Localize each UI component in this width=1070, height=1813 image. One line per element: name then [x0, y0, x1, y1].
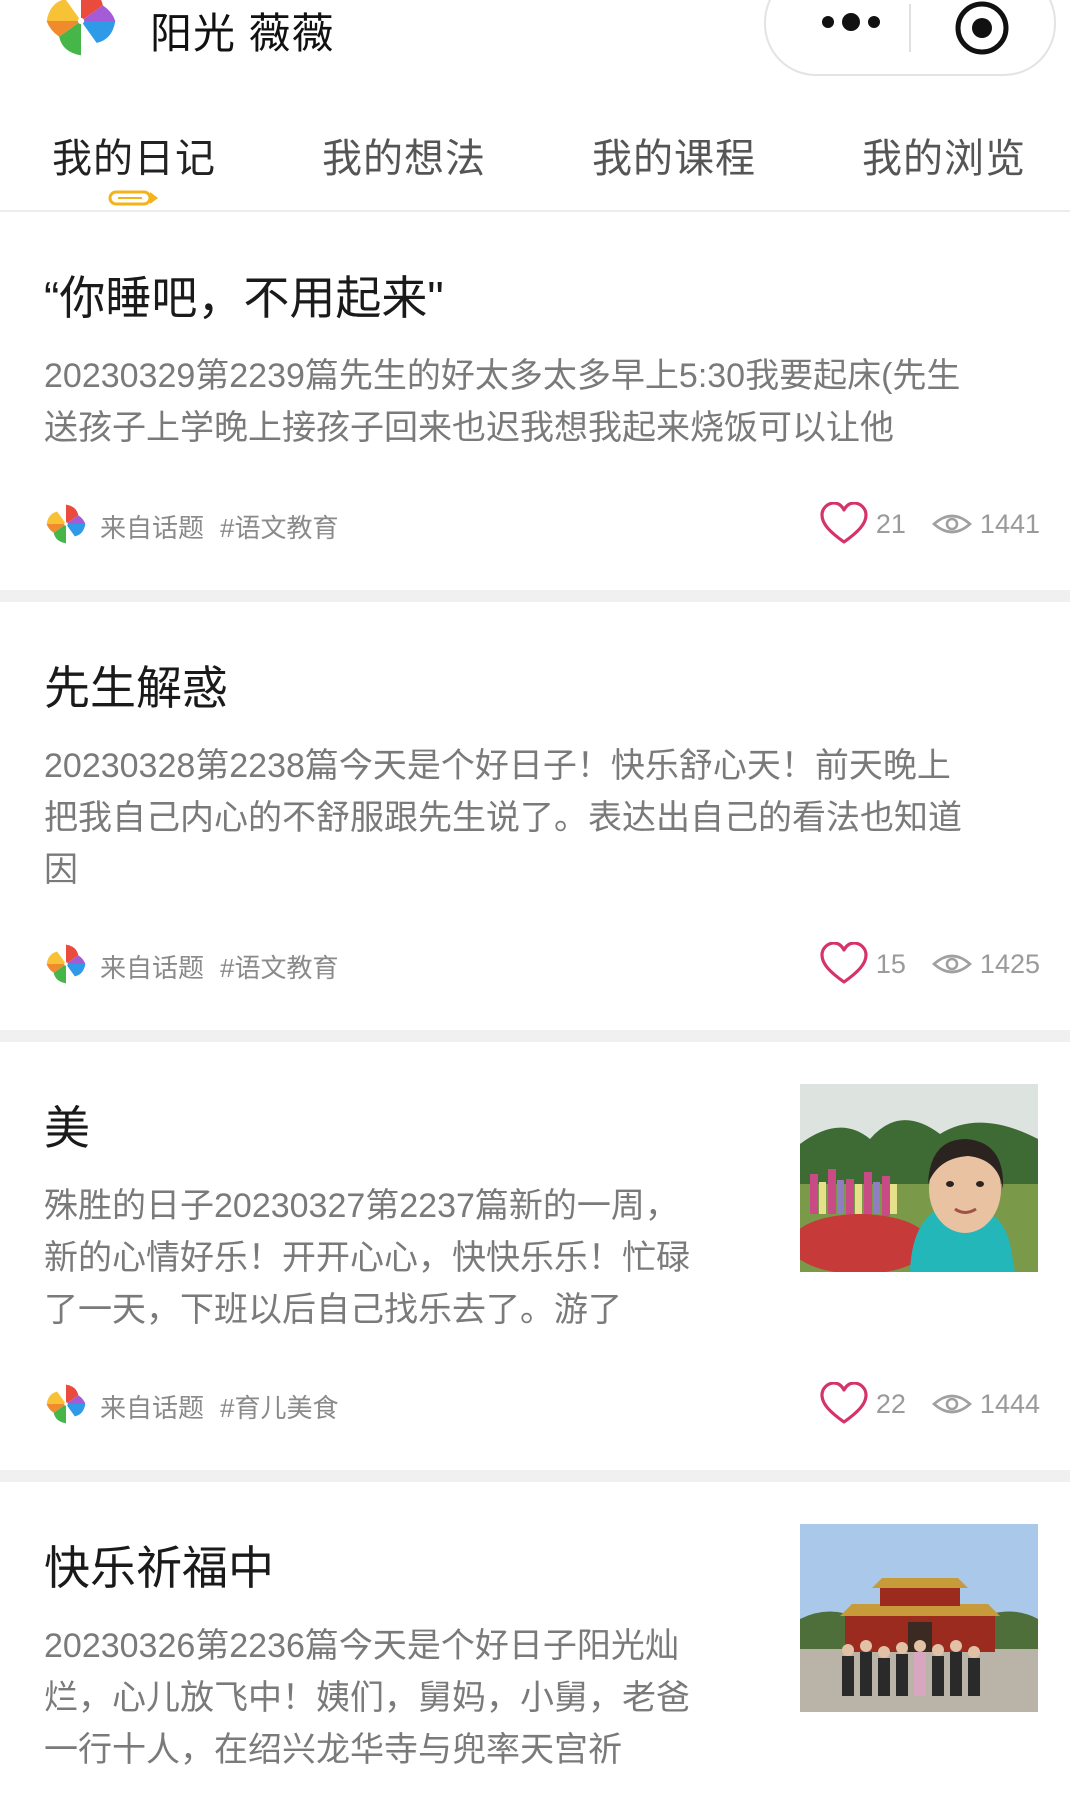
post-title: 先生解惑 [44, 662, 228, 714]
pinwheel-logo-icon [44, 1382, 88, 1426]
post-title: 美 [44, 1102, 90, 1154]
post-stats: 22 1444 [820, 1382, 1040, 1426]
from-topic-label: 来自话题 [100, 1393, 205, 1423]
topic-tag[interactable]: #育儿美食 [220, 1388, 338, 1425]
post-body-line: 送孩子上学晚上接孩子回来也迟我想我起来烧饭可以让他 [44, 409, 894, 447]
heart-icon[interactable] [820, 942, 868, 986]
post-body: 20230329第2239篇先生的好太多太多早上5:30我要起床(先生 送孩子上… [44, 350, 1040, 454]
diary-post[interactable]: 快乐祈福中 20230326第2236篇今天是个好日子阳光灿 烂，心儿放飞中！姨… [0, 1482, 1070, 1813]
like-count: 15 [875, 948, 906, 979]
post-separator [0, 1030, 1070, 1042]
user-name: 阳光 薇薇 [150, 10, 335, 57]
post-body-line: 20230326第2236篇今天是个好日子阳光灿 [44, 1627, 679, 1665]
post-body-line: 了一天，下班以后自己找乐去了。游了 [44, 1291, 622, 1329]
pinwheel-logo-icon [44, 502, 88, 546]
target-circle-icon[interactable] [954, 0, 1010, 56]
post-body-line: 新的心情好乐！开开心心，快快乐乐！忙碌 [44, 1239, 690, 1277]
eye-icon [932, 1394, 972, 1414]
post-thumbnail-photo[interactable] [800, 1084, 1038, 1272]
post-body-line: 20230329第2239篇先生的好太多太多早上5:30我要起床(先生 [44, 357, 961, 395]
post-separator [0, 590, 1070, 602]
eye-icon [932, 954, 972, 974]
topic-tag[interactable]: #语文教育 [220, 508, 338, 545]
like-count: 21 [875, 508, 906, 539]
topic-tag[interactable]: #语文教育 [220, 948, 338, 985]
post-body: 20230328第2238篇今天是个好日子！快乐舒心天！前天晚上 把我自己内心的… [44, 740, 1040, 896]
post-body: 殊胜的日子20230327第2237篇新的一周， 新的心情好乐！开开心心，快快乐… [44, 1180, 784, 1336]
mini-program-capsule [764, 0, 1056, 76]
pinwheel-logo-icon [44, 942, 88, 986]
eye-icon [932, 514, 972, 534]
from-topic-label: 来自话题 [100, 513, 205, 543]
post-body-line: 20230328第2238篇今天是个好日子！快乐舒心天！前天晚上 [44, 747, 951, 785]
post-meta: 来自话题 #语文教育 21 1441 [44, 502, 1040, 546]
tab-my-diary[interactable]: 我的日记 [52, 126, 216, 184]
like-count: 22 [875, 1388, 906, 1419]
post-body-line: 一行十人，在绍兴龙华寺与兜率天宫祈 [44, 1731, 622, 1769]
heart-icon[interactable] [820, 1382, 868, 1426]
post-body-line: 烂，心儿放飞中！姨们，舅妈，小舅，老爸 [44, 1679, 690, 1717]
pinwheel-logo-icon[interactable] [42, 0, 120, 60]
pencil-indicator-icon [108, 188, 160, 208]
tab-my-browsing[interactable]: 我的浏览 [862, 126, 1026, 184]
heart-icon[interactable] [820, 502, 868, 546]
post-thumbnail-photo[interactable] [800, 1524, 1038, 1712]
post-body-line: 把我自己内心的不舒服跟先生说了。表达出自己的看法也知道 [44, 799, 962, 837]
tab-my-thoughts[interactable]: 我的想法 [322, 126, 486, 184]
post-stats: 15 1425 [820, 942, 1040, 986]
post-title: 快乐祈福中 [44, 1542, 274, 1594]
capsule-divider [909, 4, 911, 52]
post-meta: 来自话题 #语文教育 15 1425 [44, 942, 1040, 986]
post-body-line: 因 [44, 851, 78, 889]
from-topic-label: 来自话题 [100, 953, 205, 983]
diary-post[interactable]: 先生解惑 20230328第2238篇今天是个好日子！快乐舒心天！前天晚上 把我… [0, 602, 1070, 1030]
post-separator [0, 1470, 1070, 1482]
diary-post[interactable]: 美 殊胜的日子20230327第2237篇新的一周， 新的心情好乐！开开心心，快… [0, 1042, 1070, 1470]
post-meta: 来自话题 #育儿美食 22 1444 [44, 1382, 1040, 1426]
tab-my-courses[interactable]: 我的课程 [592, 126, 756, 184]
more-dots-icon[interactable] [806, 2, 896, 42]
diary-post[interactable]: “你睡吧，不用起来" 20230329第2239篇先生的好太多太多早上5:30我… [0, 212, 1070, 590]
post-body: 20230326第2236篇今天是个好日子阳光灿 烂，心儿放飞中！姨们，舅妈，小… [44, 1620, 784, 1776]
view-count: 1425 [979, 948, 1040, 979]
view-count: 1441 [979, 508, 1040, 539]
top-header: 阳光 薇薇 [0, 0, 1070, 80]
post-stats: 21 1441 [820, 502, 1040, 546]
view-count: 1444 [979, 1388, 1040, 1419]
post-title: “你睡吧，不用起来" [44, 272, 444, 324]
tab-bar: 我的日记 我的想法 我的课程 我的浏览 [0, 108, 1070, 212]
post-body-line: 殊胜的日子20230327第2237篇新的一周， [44, 1187, 679, 1225]
